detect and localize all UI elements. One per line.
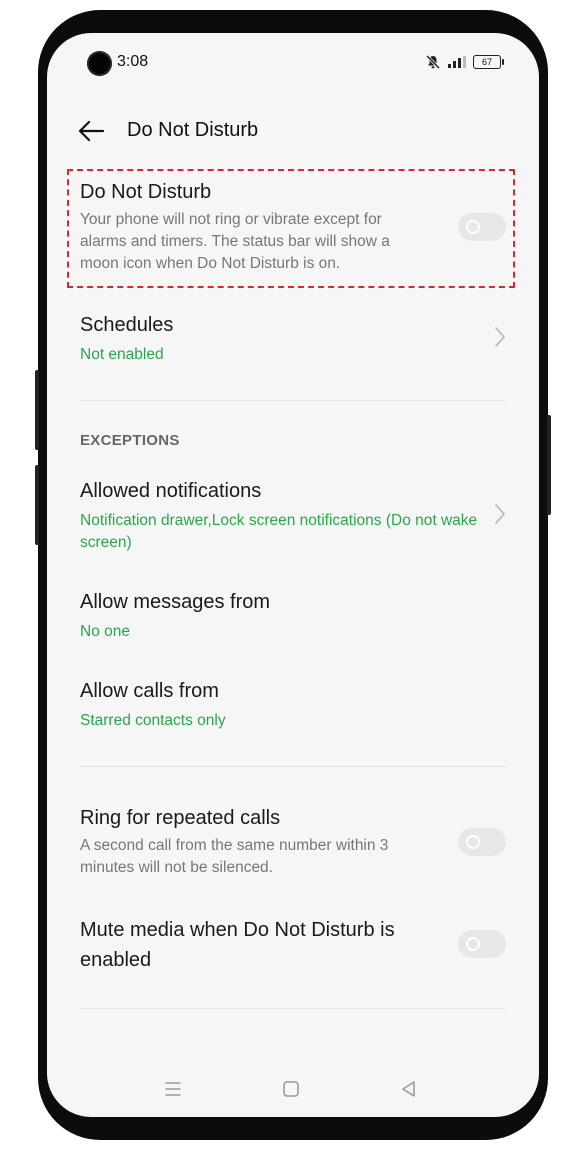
dnd-switch[interactable]	[458, 213, 506, 241]
dnd-title: Do Not Disturb	[80, 181, 212, 203]
status-bar: 3:08 67	[47, 33, 539, 93]
allowed-notifications-title: Allowed notifications	[80, 480, 262, 502]
schedules-status: Not enabled	[80, 346, 164, 363]
menu-icon[interactable]	[161, 1077, 185, 1101]
repeated-calls-title: Ring for repeated calls	[80, 807, 281, 829]
chevron-right-icon[interactable]	[493, 326, 507, 348]
battery-level: 67	[481, 57, 492, 67]
dnd-toggle-row[interactable]: Do Not Disturb Your phone will not ring …	[80, 177, 425, 275]
signal-icon	[448, 56, 466, 68]
schedules-title: Schedules	[80, 314, 174, 336]
allow-messages-row[interactable]: Allow messages from No one	[80, 587, 480, 643]
mute-media-row[interactable]: Mute media when Do Not Disturb is enable…	[80, 915, 440, 975]
screen: 3:08 67 Do Not Disturb Do Not Disturb Yo…	[47, 33, 539, 1117]
repeated-calls-switch[interactable]	[458, 828, 506, 856]
home-icon[interactable]	[279, 1077, 303, 1101]
divider	[80, 1008, 506, 1009]
nav-bar	[47, 1067, 539, 1117]
divider	[80, 400, 506, 401]
allow-messages-value: No one	[80, 623, 130, 640]
toolbar: Do Not Disturb	[47, 111, 539, 151]
back-triangle-icon[interactable]	[397, 1077, 421, 1101]
bell-muted-icon	[425, 54, 441, 70]
status-time: 3:08	[117, 53, 149, 70]
allow-calls-row[interactable]: Allow calls from Starred contacts only	[80, 676, 480, 732]
battery-icon: 67	[473, 55, 504, 69]
mute-media-switch[interactable]	[458, 930, 506, 958]
page-title: Do Not Disturb	[127, 119, 259, 141]
volume-button-2	[35, 465, 39, 545]
mute-media-title: Mute media when Do Not Disturb is enable…	[80, 919, 395, 971]
back-arrow-icon[interactable]	[75, 117, 107, 145]
switch-knob	[466, 220, 480, 234]
front-camera	[87, 51, 112, 76]
divider	[80, 766, 506, 767]
status-icons: 67	[425, 54, 504, 70]
allow-calls-value: Starred contacts only	[80, 712, 226, 729]
switch-knob	[466, 937, 480, 951]
allow-messages-title: Allow messages from	[80, 591, 271, 613]
chevron-right-icon[interactable]	[493, 503, 507, 525]
allow-calls-title: Allow calls from	[80, 680, 219, 702]
allowed-notifications-row[interactable]: Allowed notifications Notification drawe…	[80, 476, 480, 554]
allowed-notifications-value: Notification drawer,Lock screen notifica…	[80, 512, 478, 551]
power-button	[547, 415, 551, 515]
volume-button	[35, 370, 39, 450]
repeated-calls-description: A second call from the same number withi…	[80, 837, 389, 876]
schedules-row[interactable]: Schedules Not enabled	[80, 310, 480, 366]
dnd-description: Your phone will not ring or vibrate exce…	[80, 211, 390, 272]
switch-knob	[466, 835, 480, 849]
section-header-exceptions: EXCEPTIONS	[80, 432, 180, 449]
repeated-calls-row[interactable]: Ring for repeated calls A second call fr…	[80, 803, 425, 879]
